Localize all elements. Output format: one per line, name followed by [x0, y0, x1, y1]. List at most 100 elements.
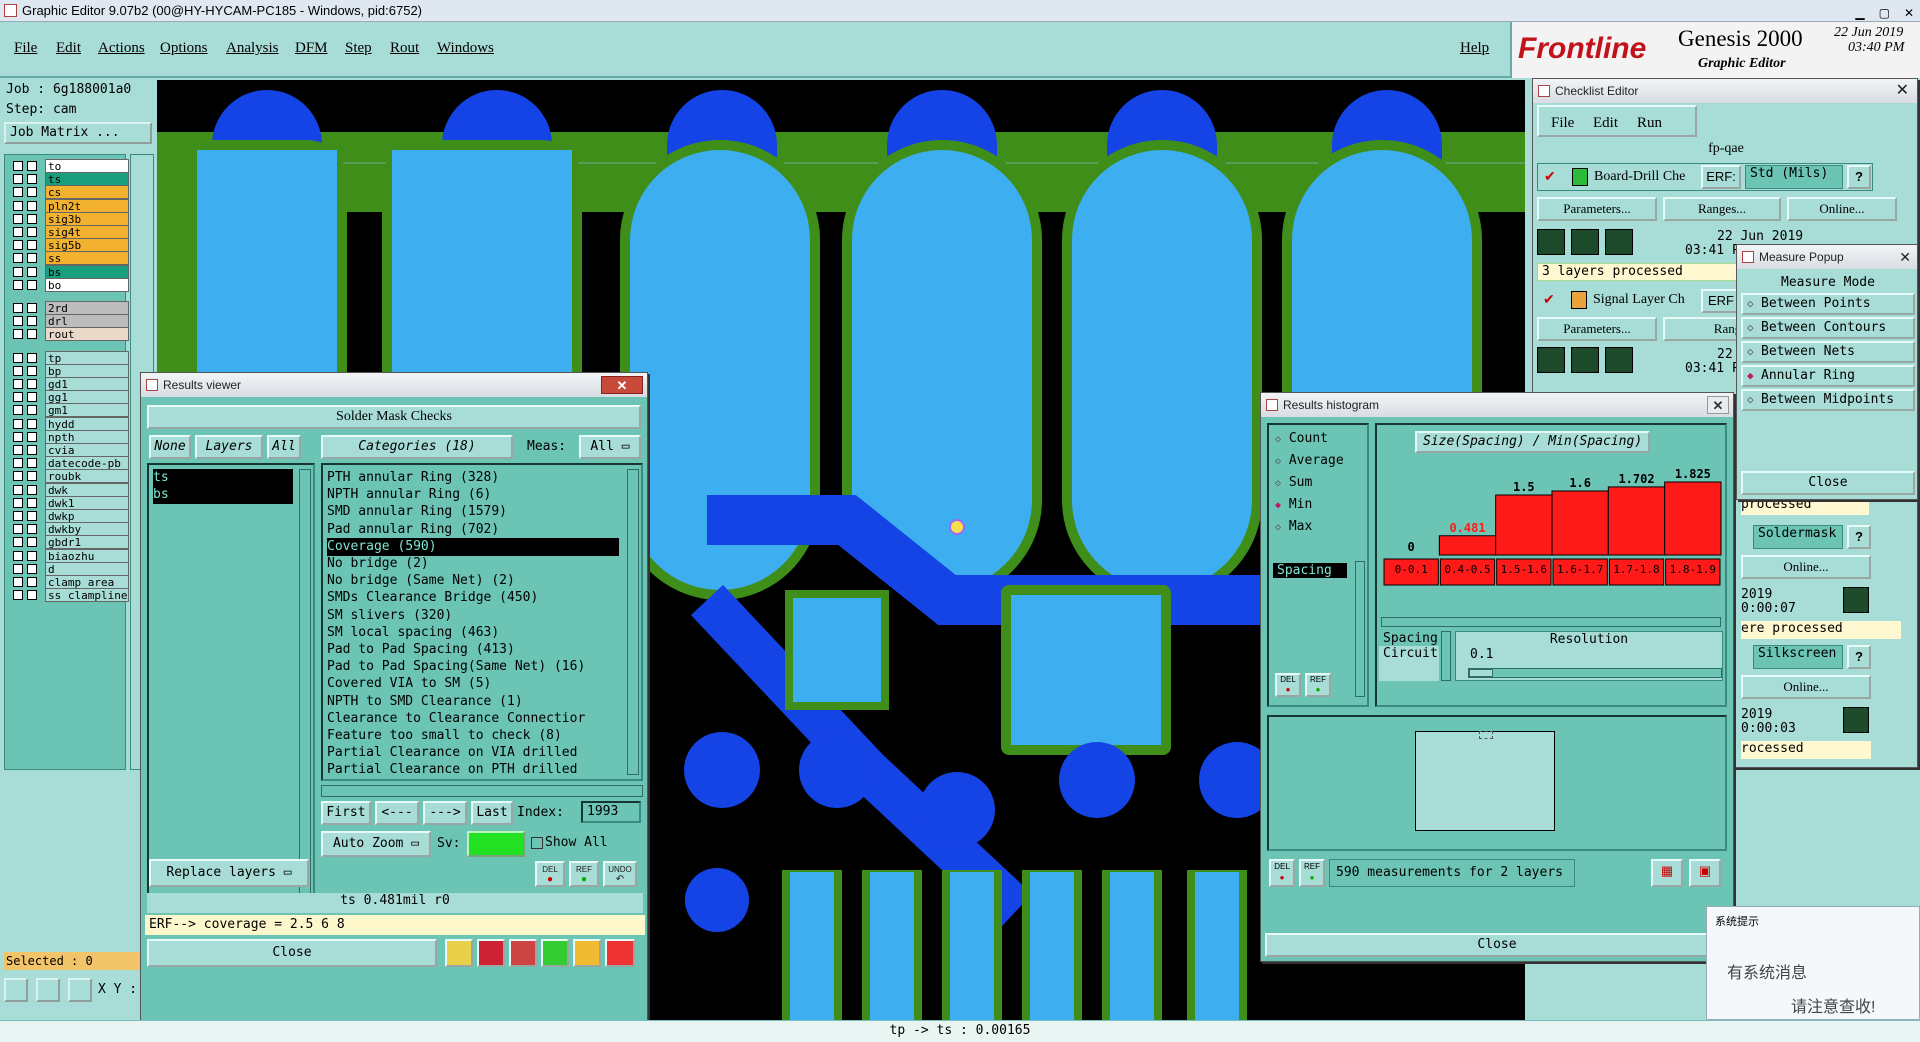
- layer-display-checkbox[interactable]: [13, 174, 23, 185]
- layer-row[interactable]: tp: [13, 350, 129, 365]
- checklist-close-icon[interactable]: ✕: [1896, 79, 1909, 103]
- menu-dfm[interactable]: DFM: [295, 40, 328, 57]
- layer-display-checkbox[interactable]: [13, 329, 23, 340]
- layer-work-checkbox[interactable]: [27, 445, 37, 455]
- grid-tool-icon[interactable]: [68, 978, 92, 1002]
- resolution-slider[interactable]: [1468, 668, 1722, 678]
- layer-row[interactable]: sig4t: [13, 225, 129, 239]
- layer-row[interactable]: to: [13, 159, 129, 173]
- layer-display-checkbox[interactable]: [13, 445, 23, 455]
- layer-display-checkbox[interactable]: [13, 590, 23, 601]
- run-icon[interactable]: [1537, 229, 1565, 255]
- layer-display-checkbox[interactable]: [13, 418, 23, 429]
- layer-row[interactable]: rout: [13, 327, 129, 342]
- layer-display-checkbox[interactable]: [13, 303, 23, 313]
- layer-work-checkbox[interactable]: [27, 316, 37, 327]
- layer-display-checkbox[interactable]: [13, 253, 23, 264]
- layer-row[interactable]: dwk1: [13, 495, 129, 510]
- layer-display-checkbox[interactable]: [13, 365, 23, 376]
- tool-icon-1[interactable]: [445, 939, 473, 967]
- category-item[interactable]: Partial Clearance on VIA drilled: [327, 744, 577, 762]
- layer-work-checkbox[interactable]: [27, 524, 37, 535]
- layer-work-checkbox[interactable]: [27, 161, 37, 171]
- layer-work-checkbox[interactable]: [27, 200, 37, 211]
- layer-work-checkbox[interactable]: [27, 174, 37, 185]
- layer-row[interactable]: bp: [13, 363, 129, 378]
- layer-work-checkbox[interactable]: [27, 590, 37, 601]
- layer-row[interactable]: clamp_area: [13, 575, 129, 589]
- preview-ref-button[interactable]: REF ●: [1299, 859, 1325, 887]
- layer-display-checkbox[interactable]: [13, 227, 23, 237]
- layer-row[interactable]: roubk: [13, 469, 129, 484]
- layer-row[interactable]: cs: [13, 185, 129, 200]
- result-layer-item[interactable]: ts: [153, 469, 293, 487]
- chart-view-icon[interactable]: ▦: [1651, 859, 1683, 887]
- layer-row[interactable]: gbdr1: [13, 535, 129, 550]
- menu-windows[interactable]: Windows: [437, 40, 494, 57]
- layer-display-checkbox[interactable]: [13, 240, 23, 251]
- histogram-bar[interactable]: [1607, 486, 1666, 556]
- metric-scrollbar[interactable]: [1441, 631, 1451, 681]
- layer-row[interactable]: bs: [13, 264, 129, 279]
- menu-edit[interactable]: Edit: [56, 40, 81, 57]
- layer-row[interactable]: pln2t: [13, 198, 129, 213]
- layer-work-checkbox[interactable]: [27, 253, 37, 264]
- category-item[interactable]: Covered VIA to SM (5): [327, 675, 491, 693]
- category-item[interactable]: Coverage (590): [327, 537, 619, 556]
- layer-work-checkbox[interactable]: [27, 511, 37, 521]
- layer-row[interactable]: ss: [13, 251, 129, 266]
- layer-work-checkbox[interactable]: [27, 266, 37, 277]
- online-button[interactable]: Online...: [1787, 197, 1897, 221]
- layer-display-checkbox[interactable]: [13, 352, 23, 363]
- layer-row[interactable]: biaozhu: [13, 548, 129, 563]
- layer-display-checkbox[interactable]: [13, 379, 23, 389]
- menu-options[interactable]: Options: [160, 40, 208, 57]
- results-close-button[interactable]: Close: [147, 939, 437, 967]
- export-icon[interactable]: ▣: [1689, 859, 1721, 887]
- category-item[interactable]: SM slivers (320): [327, 607, 452, 625]
- sv-color-dropdown[interactable]: [467, 831, 525, 857]
- layer-work-checkbox[interactable]: [27, 405, 37, 416]
- measure-type-scrollbar[interactable]: [1355, 561, 1365, 697]
- result-layer-item[interactable]: bs: [153, 486, 293, 504]
- params-button-2[interactable]: Parameters...: [1537, 317, 1657, 341]
- index-field[interactable]: 1993: [581, 801, 641, 823]
- histogram-bar[interactable]: [1438, 535, 1497, 556]
- layer-display-checkbox[interactable]: [13, 577, 23, 587]
- category-item[interactable]: Feature too small to check (8): [327, 727, 562, 745]
- layer-display-checkbox[interactable]: [13, 161, 23, 171]
- stop-icon[interactable]: [1605, 229, 1633, 255]
- category-item[interactable]: Pad annular Ring (702): [327, 521, 499, 539]
- help-icon-4[interactable]: ?: [1847, 645, 1871, 669]
- measure-option[interactable]: ◇ Between Contours: [1741, 317, 1915, 339]
- layer-row[interactable]: ts: [13, 172, 129, 187]
- layer-row[interactable]: sig3b: [13, 211, 129, 226]
- layer-work-checkbox[interactable]: [27, 484, 37, 495]
- checklist-menu-edit[interactable]: Edit: [1593, 115, 1618, 132]
- category-item[interactable]: SM local spacing (463): [327, 624, 499, 642]
- tool-icon-4[interactable]: [541, 939, 569, 967]
- notification-toast[interactable]: 系统提示 有系统消息 请注意查收!: [1706, 906, 1920, 1020]
- layer-row[interactable]: sig5b: [13, 238, 129, 253]
- menu-rout[interactable]: Rout: [390, 40, 419, 57]
- measure-option[interactable]: ◇ Between Nets: [1741, 341, 1915, 363]
- metric-circuit[interactable]: Circuit: [1379, 646, 1439, 661]
- categories-button[interactable]: Categories (18): [321, 435, 513, 459]
- layer-display-checkbox[interactable]: [13, 550, 23, 561]
- layer-display-checkbox[interactable]: [13, 537, 23, 548]
- histogram-close-button[interactable]: Close: [1265, 933, 1729, 957]
- layer-row[interactable]: npth: [13, 429, 129, 444]
- all-button[interactable]: All: [267, 435, 301, 459]
- layer-work-checkbox[interactable]: [27, 563, 37, 574]
- layer-row[interactable]: gd1: [13, 377, 129, 391]
- category-item[interactable]: No bridge (2): [327, 555, 429, 573]
- layer-display-checkbox[interactable]: [13, 213, 23, 224]
- categories-list[interactable]: PTH annular Ring (328) NPTH annular Ring …: [321, 463, 643, 781]
- histogram-bar[interactable]: [1495, 494, 1553, 556]
- layer-row[interactable]: dwkp: [13, 509, 129, 523]
- tool-icon-2[interactable]: [477, 939, 505, 967]
- metric-list[interactable]: Spacing Circuit: [1379, 631, 1439, 681]
- layer-display-checkbox[interactable]: [13, 187, 23, 198]
- layer-work-checkbox[interactable]: [27, 497, 37, 508]
- layer-work-checkbox[interactable]: [27, 537, 37, 548]
